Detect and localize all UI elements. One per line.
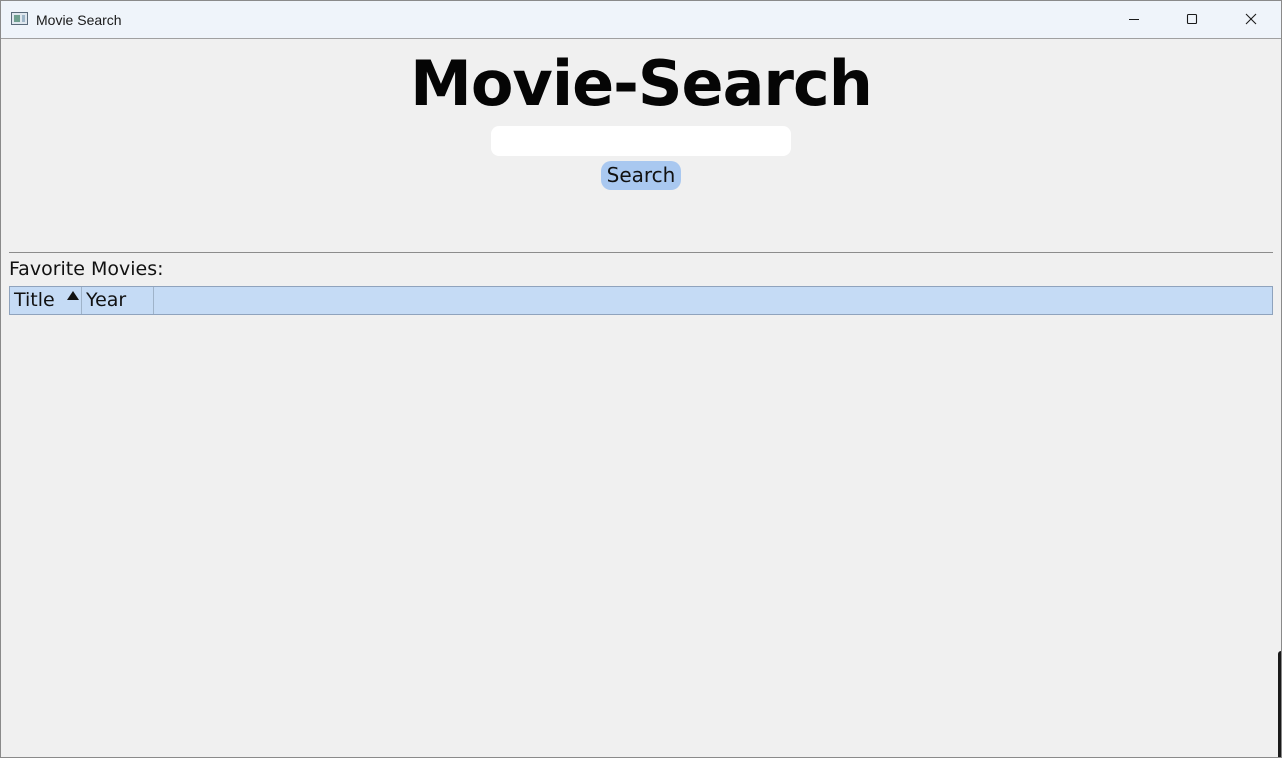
maximize-icon xyxy=(1186,13,1198,25)
search-input[interactable] xyxy=(491,126,791,156)
main-content: Movie-Search Search Favorite Movies: Tit… xyxy=(1,39,1281,757)
search-button[interactable]: Search xyxy=(601,161,681,190)
window-edge-shadow xyxy=(1278,651,1281,757)
column-header-label: Title xyxy=(14,289,55,311)
favorites-label: Favorite Movies: xyxy=(9,258,164,280)
minimize-button[interactable] xyxy=(1105,1,1163,38)
sort-ascending-icon xyxy=(67,291,79,300)
favorites-table-header: Title Year xyxy=(9,286,1273,315)
column-header-title[interactable]: Title xyxy=(10,287,82,314)
column-header-label: Year xyxy=(86,289,127,311)
app-window: Movie Search Movie-Search Search Favorit… xyxy=(0,0,1282,758)
close-icon xyxy=(1245,13,1257,25)
maximize-button[interactable] xyxy=(1163,1,1221,38)
app-window-icon xyxy=(11,12,28,25)
title-bar[interactable]: Movie Search xyxy=(1,1,1281,39)
page-title: Movie-Search xyxy=(410,47,873,120)
column-header-year[interactable]: Year xyxy=(82,287,154,314)
divider xyxy=(9,252,1273,253)
close-button[interactable] xyxy=(1222,1,1280,38)
window-title: Movie Search xyxy=(36,12,122,28)
minimize-icon xyxy=(1129,19,1139,20)
